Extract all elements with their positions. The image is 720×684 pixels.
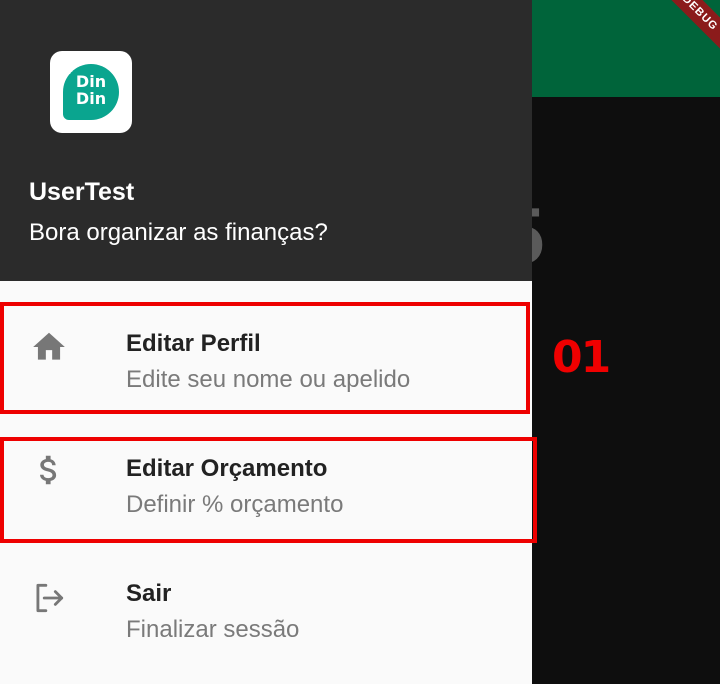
home-icon bbox=[30, 328, 68, 366]
menu-item-edit-budget[interactable]: Editar Orçamento Definir % orçamento bbox=[0, 405, 532, 529]
menu-item-subtitle: Finalizar sessão bbox=[126, 616, 300, 643]
app-bar: DEBUG bbox=[532, 0, 720, 97]
logo-text: Din Din bbox=[63, 73, 119, 107]
logo-text-line-2: Din bbox=[75, 89, 107, 108]
debug-banner: DEBUG bbox=[649, 0, 720, 64]
app-body bbox=[532, 97, 720, 684]
dindin-logo-icon: + Din Din bbox=[63, 64, 119, 120]
menu-item-subtitle: Definir % orçamento bbox=[126, 491, 344, 518]
menu-item-logout[interactable]: Sair Finalizar sessão bbox=[0, 529, 532, 653]
drawer-header: + Din Din UserTest Bora organizar as fin… bbox=[0, 0, 532, 281]
menu-item-subtitle: Edite seu nome ou apelido bbox=[126, 366, 411, 393]
app-logo: + Din Din bbox=[50, 51, 132, 133]
menu-item-edit-profile[interactable]: Editar Perfil Edite seu nome ou apelido bbox=[0, 281, 532, 405]
menu-item-title: Sair bbox=[126, 580, 172, 607]
navigation-drawer: + Din Din UserTest Bora organizar as fin… bbox=[0, 0, 532, 684]
menu-item-title: Editar Perfil bbox=[126, 330, 261, 357]
logout-icon bbox=[30, 579, 68, 617]
user-tagline: Bora organizar as finanças? bbox=[29, 219, 328, 246]
menu-item-title: Editar Orçamento bbox=[126, 455, 328, 482]
user-name: UserTest bbox=[29, 178, 135, 206]
dollar-icon bbox=[30, 451, 68, 489]
annotation-label: 01 bbox=[552, 332, 611, 383]
